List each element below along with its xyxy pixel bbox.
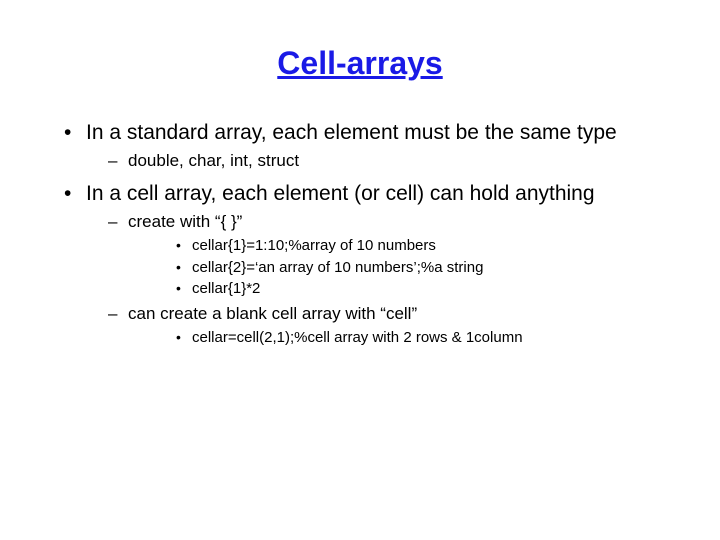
subsub-item: cellar{2}=‘an array of 10 numbers’;%a st… <box>128 258 660 278</box>
subsub-item: cellar=cell(2,1);%cell array with 2 rows… <box>128 328 660 348</box>
sub-text: create with “{ }” <box>128 212 242 231</box>
sub-item: can create a blank cell array with “cell… <box>86 303 660 348</box>
sub-item: create with “{ }” cellar{1}=1:10;%array … <box>86 211 660 299</box>
subsub-text: cellar=cell(2,1);%cell array with 2 rows… <box>192 329 523 346</box>
subsub-item: cellar{1}=1:10;%array of 10 numbers <box>128 236 660 256</box>
subsub-text: cellar{2}=‘an array of 10 numbers’;%a st… <box>192 259 483 276</box>
subsub-item: cellar{1}*2 <box>128 279 660 299</box>
bullet-list: In a standard array, each element must b… <box>60 120 660 348</box>
sub-text: double, char, int, struct <box>128 151 299 170</box>
sub-list: double, char, int, struct <box>86 150 660 173</box>
subsub-list: cellar{1}=1:10;%array of 10 numbers cell… <box>128 236 660 299</box>
slide: Cell-arrays In a standard array, each el… <box>0 0 720 376</box>
bullet-item: In a standard array, each element must b… <box>60 120 660 173</box>
bullet-item: In a cell array, each element (or cell) … <box>60 181 660 348</box>
subsub-text: cellar{1}*2 <box>192 280 260 297</box>
slide-title: Cell-arrays <box>60 45 660 82</box>
sub-item: double, char, int, struct <box>86 150 660 173</box>
sub-list: create with “{ }” cellar{1}=1:10;%array … <box>86 211 660 348</box>
bullet-text: In a standard array, each element must b… <box>86 121 617 144</box>
subsub-list: cellar=cell(2,1);%cell array with 2 rows… <box>128 328 660 348</box>
subsub-text: cellar{1}=1:10;%array of 10 numbers <box>192 237 436 254</box>
bullet-text: In a cell array, each element (or cell) … <box>86 182 595 205</box>
sub-text: can create a blank cell array with “cell… <box>128 304 417 323</box>
